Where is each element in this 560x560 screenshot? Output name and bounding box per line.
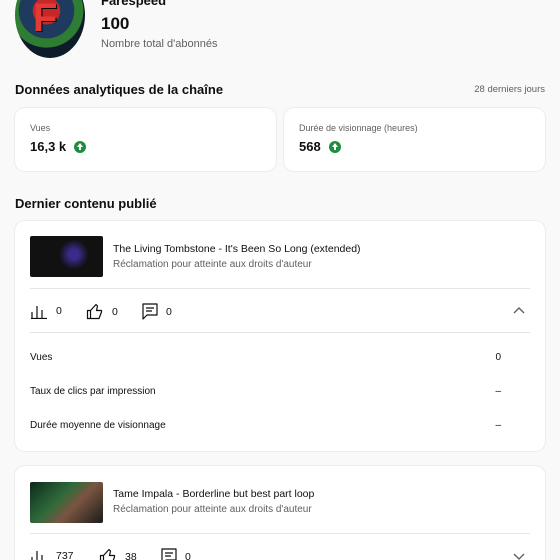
- copyright-claim-label: Réclamation pour atteinte aux droits d'a…: [113, 504, 312, 515]
- video-card: The Living Tombstone - It's Been So Long…: [15, 221, 545, 451]
- stat-value-text: 16,3 k: [30, 139, 67, 154]
- trend-up-icon: [74, 140, 87, 153]
- stat-label: Durée de visionnage (heures): [299, 123, 418, 133]
- video-thumbnail[interactable]: [30, 482, 103, 523]
- stat-value: 568: [299, 139, 341, 154]
- comment-icon: [142, 303, 158, 320]
- video-thumbnail[interactable]: [30, 236, 103, 277]
- detail-value: 0: [495, 352, 501, 363]
- detail-value: –: [495, 386, 501, 397]
- trend-up-icon: [328, 140, 341, 153]
- comments-count: 0: [185, 550, 191, 560]
- likes-count: 38: [125, 550, 137, 560]
- video-title[interactable]: The Living Tombstone - It's Been So Long…: [113, 243, 361, 255]
- comments-metric: 0: [142, 303, 172, 320]
- detail-label: Vues: [30, 352, 53, 363]
- copyright-claim-label: Réclamation pour atteinte aux droits d'a…: [113, 259, 312, 270]
- bar-chart-icon: [31, 551, 43, 560]
- thumbs-up-icon: [99, 548, 116, 560]
- chevron-up-icon[interactable]: [513, 306, 525, 314]
- channel-name: Farespeed: [101, 0, 167, 8]
- likes-metric: 0: [86, 303, 118, 320]
- thumbs-up-icon: [86, 303, 103, 320]
- divider: [30, 533, 530, 534]
- chevron-down-icon[interactable]: [513, 553, 525, 560]
- detail-label: Durée moyenne de visionnage: [30, 420, 166, 431]
- stat-label: Vues: [30, 123, 51, 133]
- bar-chart-icon: [31, 306, 47, 319]
- video-title[interactable]: Tame Impala - Borderline but best part l…: [113, 488, 314, 500]
- analytics-title: Données analytiques de la chaîne: [15, 82, 224, 97]
- views-metric: 737: [30, 548, 74, 560]
- views-count: 737: [56, 550, 74, 560]
- video-card: Tame Impala - Borderline but best part l…: [15, 466, 545, 560]
- channel-avatar[interactable]: F: [15, 0, 85, 58]
- detail-label: Taux de clics par impression: [30, 386, 156, 397]
- divider: [30, 288, 530, 289]
- stat-value-text: 568: [299, 139, 321, 154]
- divider: [30, 332, 530, 333]
- detail-value: –: [495, 420, 501, 431]
- stat-card-views[interactable]: Vues 16,3 k: [15, 108, 276, 171]
- likes-metric: 38: [99, 548, 137, 560]
- stat-value: 16,3 k: [30, 139, 87, 154]
- comments-metric: 0: [161, 548, 191, 560]
- views-metric: 0: [30, 303, 62, 319]
- comment-icon: [161, 548, 177, 560]
- subscriber-count: 100: [101, 14, 130, 33]
- latest-content-title: Dernier contenu publié: [15, 196, 157, 211]
- views-count: 0: [56, 305, 62, 317]
- subscriber-label: Nombre total d'abonnés: [101, 38, 218, 50]
- channel-header: F Farespeed 100 Nombre total d'abonnés: [0, 0, 560, 70]
- analytics-period: 28 derniers jours: [474, 84, 545, 95]
- comments-count: 0: [166, 305, 172, 318]
- avatar-letter: F: [33, 0, 58, 40]
- stat-card-watch-time[interactable]: Durée de visionnage (heures) 568: [284, 108, 545, 171]
- likes-count: 0: [112, 305, 118, 318]
